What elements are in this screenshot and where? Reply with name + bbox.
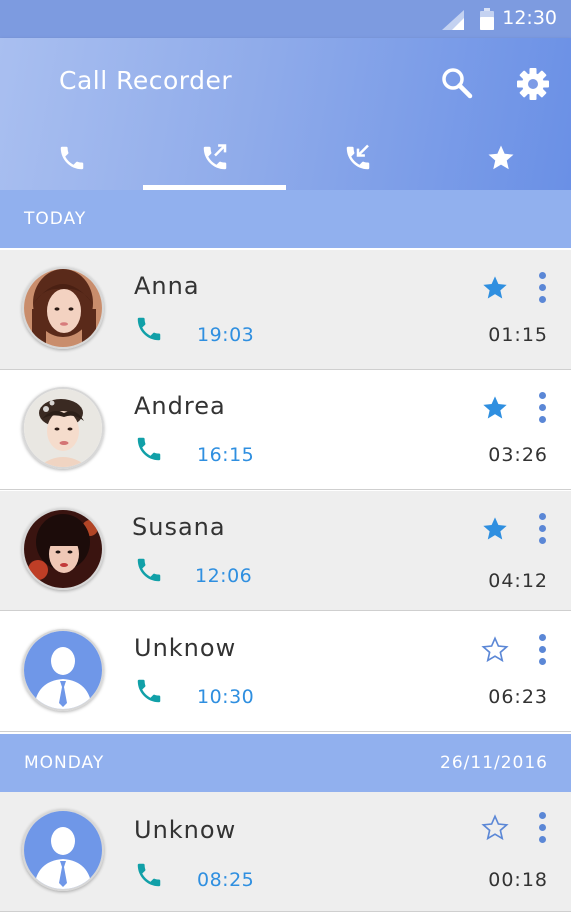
tab-starred-calls[interactable] bbox=[429, 133, 571, 190]
status-bar: 12:30 bbox=[0, 0, 571, 38]
more-vert-icon bbox=[539, 392, 546, 399]
contact-name: Unknow bbox=[134, 634, 237, 662]
call-time: 08:25 bbox=[197, 869, 255, 891]
incoming-call-icon bbox=[346, 144, 370, 170]
tab-incoming-calls[interactable] bbox=[286, 133, 428, 190]
battery-icon bbox=[480, 8, 494, 30]
phone-icon bbox=[137, 679, 161, 703]
signal-icon bbox=[442, 10, 464, 30]
star-outline-icon[interactable] bbox=[481, 636, 509, 664]
more-options-button[interactable] bbox=[532, 392, 554, 424]
avatar bbox=[22, 508, 104, 590]
call-row[interactable]: Andrea 16:15 03:26 bbox=[0, 370, 571, 490]
avatar bbox=[22, 629, 104, 711]
section-header-today: TODAY bbox=[0, 190, 571, 248]
call-row[interactable]: Unknow 10:30 06:23 bbox=[0, 612, 571, 732]
contact-name: Susana bbox=[132, 513, 226, 541]
contact-name: Anna bbox=[134, 272, 200, 300]
star-filled-icon[interactable] bbox=[481, 394, 509, 422]
star-filled-icon[interactable] bbox=[481, 515, 509, 543]
gear-icon bbox=[517, 68, 549, 100]
status-time: 12:30 bbox=[502, 7, 557, 29]
search-button[interactable] bbox=[440, 66, 474, 100]
section-label: TODAY bbox=[24, 209, 87, 229]
star-outline-icon[interactable] bbox=[481, 814, 509, 842]
app-bar: Call Recorder bbox=[0, 38, 571, 190]
avatar bbox=[22, 387, 104, 469]
more-options-button[interactable] bbox=[532, 812, 554, 844]
outgoing-call-icon bbox=[203, 144, 227, 170]
more-options-button[interactable] bbox=[532, 634, 554, 666]
search-icon bbox=[442, 68, 473, 99]
phone-icon bbox=[137, 437, 161, 461]
call-duration: 00:18 bbox=[488, 869, 548, 891]
more-vert-icon bbox=[539, 812, 546, 819]
call-row[interactable]: Susana 12:06 04:12 bbox=[0, 491, 571, 611]
section-header-monday: MONDAY 26/11/2016 bbox=[0, 734, 571, 792]
phone-icon bbox=[137, 317, 161, 341]
call-duration: 01:15 bbox=[488, 324, 548, 346]
call-duration: 04:12 bbox=[488, 570, 548, 592]
more-vert-icon bbox=[539, 272, 546, 279]
tab-outgoing-calls[interactable] bbox=[143, 133, 285, 190]
section-label: MONDAY bbox=[24, 753, 105, 773]
more-vert-icon bbox=[539, 634, 546, 641]
call-row[interactable]: Anna 19:03 01:15 bbox=[0, 250, 571, 370]
app-title: Call Recorder bbox=[59, 66, 233, 95]
tab-all-calls[interactable] bbox=[0, 133, 142, 190]
more-vert-icon bbox=[539, 513, 546, 520]
call-time: 10:30 bbox=[197, 686, 255, 708]
settings-button[interactable] bbox=[515, 66, 551, 102]
call-row[interactable]: Unknow 08:25 00:18 bbox=[0, 792, 571, 912]
default-person-icon bbox=[24, 811, 102, 889]
avatar bbox=[22, 809, 104, 891]
star-icon bbox=[488, 145, 514, 170]
section-date: 26/11/2016 bbox=[440, 753, 548, 773]
call-time: 19:03 bbox=[197, 324, 255, 346]
star-filled-icon[interactable] bbox=[481, 274, 509, 302]
contact-name: Andrea bbox=[134, 392, 226, 420]
call-duration: 03:26 bbox=[488, 444, 548, 466]
phone-icon bbox=[137, 558, 161, 582]
call-time: 12:06 bbox=[195, 565, 253, 587]
default-person-icon bbox=[24, 631, 102, 709]
call-time: 16:15 bbox=[197, 444, 255, 466]
more-options-button[interactable] bbox=[532, 272, 554, 304]
call-duration: 06:23 bbox=[488, 686, 548, 708]
contact-name: Unknow bbox=[134, 816, 237, 844]
avatar bbox=[22, 267, 104, 349]
phone-icon bbox=[60, 146, 84, 170]
phone-icon bbox=[137, 863, 161, 887]
more-options-button[interactable] bbox=[532, 513, 554, 545]
